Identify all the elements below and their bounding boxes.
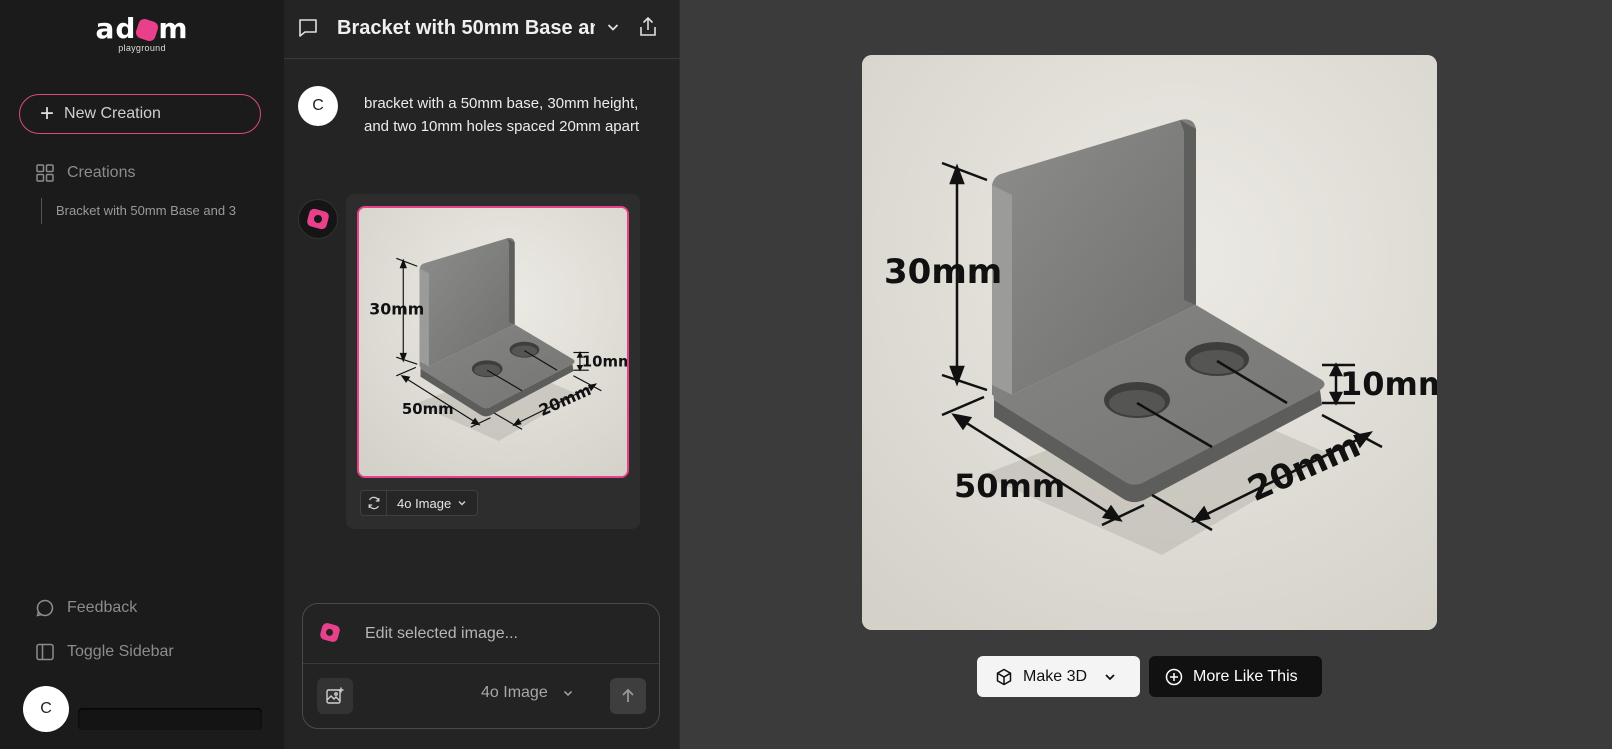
app-logo[interactable]: ad m playground <box>94 12 190 54</box>
new-creation-label: New Creation <box>64 105 161 122</box>
share-icon[interactable] <box>637 15 659 39</box>
plus-circle-icon <box>1165 668 1183 685</box>
chat-header: Bracket with 50mm Base and <box>284 0 680 59</box>
arrow-up-icon <box>622 688 634 702</box>
user-message-avatar: C <box>298 86 338 126</box>
conversation-icon <box>296 16 320 40</box>
image-add-icon <box>326 687 344 704</box>
assistant-avatar <box>298 199 338 239</box>
creation-list-item[interactable]: Bracket with 50mm Base and 3 <box>41 198 261 224</box>
attach-image-button[interactable] <box>317 678 353 714</box>
plus-icon: + <box>40 100 55 127</box>
prompt-composer: 4o Image <box>302 603 660 729</box>
chevron-down-icon <box>563 690 572 697</box>
send-button[interactable] <box>610 678 646 714</box>
logo-wordmark: ad m <box>95 12 189 45</box>
chevron-down-icon[interactable] <box>604 18 622 36</box>
sidebar-item-toggle[interactable]: Toggle Sidebar <box>35 642 174 662</box>
composer-input-row <box>303 604 659 664</box>
bracket-thumbnail-image <box>359 208 627 476</box>
model-select-label: 4o Image <box>397 495 452 511</box>
sidebar-panel-icon <box>35 642 55 662</box>
sidebar-item-feedback[interactable]: Feedback <box>35 598 137 618</box>
more-like-this-label: More Like This <box>1193 667 1298 685</box>
refresh-icon <box>368 496 379 510</box>
selected-image-preview[interactable]: 30mm 50mm 10mm 20mm <box>862 55 1437 630</box>
generation-card: 4o Image <box>346 194 640 529</box>
edit-prompt-input[interactable] <box>365 620 645 648</box>
chevron-down-icon[interactable] <box>1103 670 1117 684</box>
chevron-down-icon <box>458 501 466 506</box>
sidebar-item-creations[interactable]: Creations <box>35 163 135 183</box>
adam-logo-icon <box>306 207 330 231</box>
cube-icon <box>996 668 1012 685</box>
sidebar-item-label: Toggle Sidebar <box>67 643 174 660</box>
chat-bubble-icon <box>35 598 55 618</box>
sidebar-item-label: Creations <box>67 164 136 181</box>
user-message-text: bracket with a 50mm base, 30mm height, a… <box>364 95 640 135</box>
make-3d-button[interactable]: Make 3D <box>977 656 1140 697</box>
generation-controls: 4o Image <box>360 490 479 516</box>
user-account-bar[interactable] <box>78 708 262 730</box>
app-root: ad m playground + New Creation Creations … <box>0 0 1612 749</box>
make-3d-label: Make 3D <box>1023 667 1088 685</box>
composer-model-select[interactable]: 4o Image <box>481 684 574 702</box>
regenerate-button[interactable] <box>361 491 387 515</box>
bracket-preview-image: 30mm 50mm 10mm 20mm <box>862 55 1437 630</box>
model-select[interactable]: 4o Image <box>387 491 477 515</box>
chat-panel: Bracket with 50mm Base and C bracket wit… <box>284 0 680 749</box>
preview-area: 30mm 50mm 10mm 20mm Make 3D More Like Th… <box>680 0 1612 749</box>
more-like-this-button[interactable]: More Like This <box>1149 656 1322 697</box>
adam-logo-icon <box>319 621 341 644</box>
sidebar-item-label: Feedback <box>67 599 138 616</box>
user-avatar[interactable]: C <box>23 686 69 732</box>
new-creation-button[interactable]: + New Creation <box>19 94 261 134</box>
generated-image-thumbnail[interactable] <box>357 206 629 478</box>
conversation-title[interactable]: Bracket with 50mm Base and <box>337 14 595 42</box>
composer-model-label: 4o Image <box>481 684 548 701</box>
grid-icon <box>35 163 55 183</box>
sidebar: ad m playground + New Creation Creations … <box>0 0 284 749</box>
